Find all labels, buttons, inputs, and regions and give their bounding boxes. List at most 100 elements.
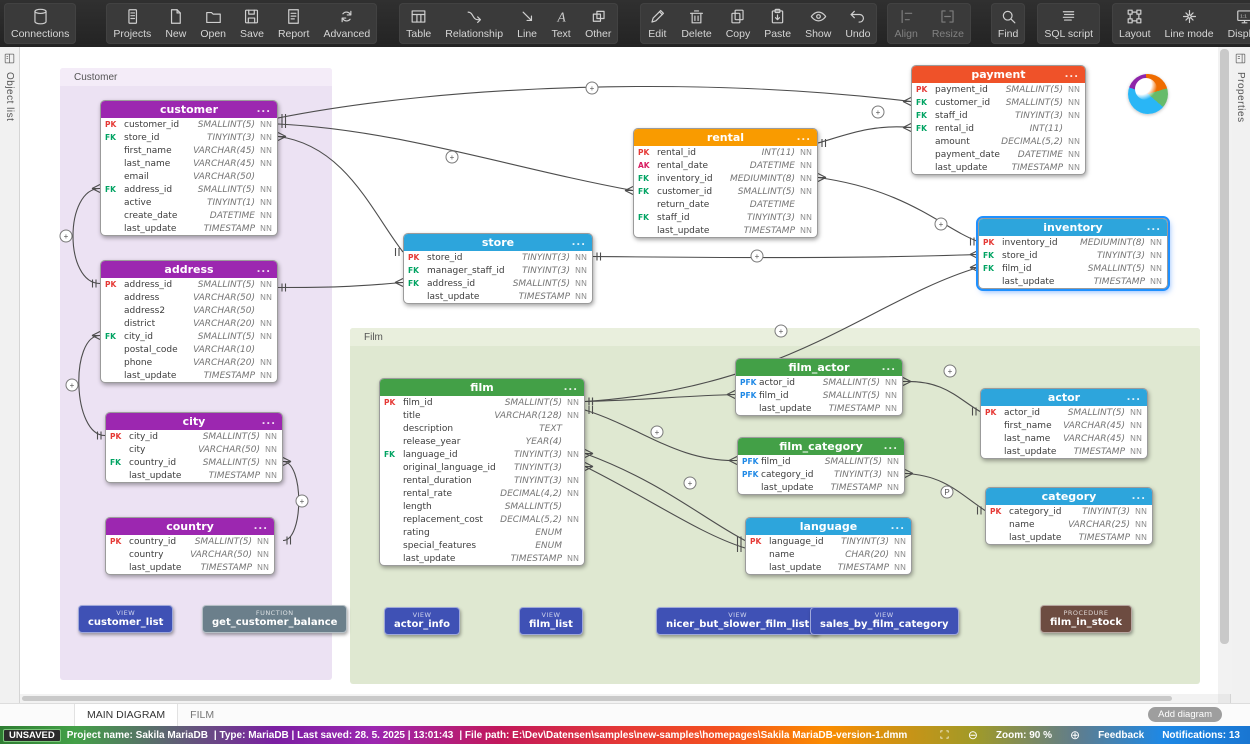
table-field-postal_code[interactable]: postal_codeVARCHAR(10) <box>101 343 277 356</box>
notifications-link[interactable]: Notifications: 13 <box>1162 730 1240 741</box>
table-language[interactable]: language...PKlanguage_idTINYINT(3)NNname… <box>745 517 912 575</box>
toolbar-button-open[interactable]: Open <box>193 3 233 44</box>
toolbar-button-find[interactable]: Find <box>991 3 1025 44</box>
view-actor_info[interactable]: VIEWactor_info <box>384 607 460 635</box>
vertical-scrollbar[interactable] <box>1218 47 1232 694</box>
table-field-last_name[interactable]: last_nameVARCHAR(45)NN <box>101 157 277 170</box>
table-field-country[interactable]: countryVARCHAR(50)NN <box>106 548 274 561</box>
table-menu-icon[interactable]: ... <box>1132 488 1146 505</box>
zoom-out-icon[interactable]: ⊖ <box>968 729 978 741</box>
table-rental[interactable]: rental...PKrental_idINT(11)NNAKrental_da… <box>633 128 818 238</box>
table-field-address_id[interactable]: PKaddress_idSMALLINT(5)NN <box>101 278 277 291</box>
table-menu-icon[interactable]: ... <box>1147 219 1161 236</box>
tab-film[interactable]: FILM <box>178 704 226 726</box>
table-menu-icon[interactable]: ... <box>254 518 268 535</box>
table-field-last_update[interactable]: last_updateTIMESTAMPNN <box>736 402 902 415</box>
table-field-address[interactable]: addressVARCHAR(50)NN <box>101 291 277 304</box>
table-menu-icon[interactable]: ... <box>572 234 586 251</box>
table-field-address2[interactable]: address2VARCHAR(50) <box>101 304 277 317</box>
table-field-original_language_id[interactable]: original_language_idTINYINT(3) <box>380 461 584 474</box>
view-film_list[interactable]: VIEWfilm_list <box>519 607 583 635</box>
table-header-film_actor[interactable]: film_actor... <box>736 359 902 376</box>
table-city[interactable]: city...PKcity_idSMALLINT(5)NNcityVARCHAR… <box>105 412 283 483</box>
toolbar-button-delete[interactable]: Delete <box>674 3 718 44</box>
table-field-return_date[interactable]: return_dateDATETIME <box>634 198 817 211</box>
table-field-payment_id[interactable]: PKpayment_idSMALLINT(5)NN <box>912 83 1085 96</box>
diagram-canvas[interactable]: Customer Film ++++++++++++P customer...P… <box>20 47 1218 694</box>
table-field-rental_id[interactable]: PKrental_idINT(11)NN <box>634 146 817 159</box>
feedback-link[interactable]: Feedback <box>1098 730 1144 741</box>
table-field-customer_id[interactable]: FKcustomer_idSMALLINT(5)NN <box>634 185 817 198</box>
table-field-city[interactable]: cityVARCHAR(50)NN <box>106 443 282 456</box>
table-menu-icon[interactable]: ... <box>1065 66 1079 83</box>
table-menu-icon[interactable]: ... <box>257 261 271 278</box>
toolbar-button-table[interactable]: Table <box>399 3 438 44</box>
table-field-length[interactable]: lengthSMALLINT(5) <box>380 500 584 513</box>
toolbar-button-copy[interactable]: Copy <box>719 3 758 44</box>
table-field-payment_date[interactable]: payment_dateDATETIMENN <box>912 148 1085 161</box>
toolbar-button-save[interactable]: Save <box>233 3 271 44</box>
table-field-rental_id[interactable]: FKrental_idINT(11) <box>912 122 1085 135</box>
table-header-language[interactable]: language... <box>746 518 911 535</box>
table-field-language_id[interactable]: PKlanguage_idTINYINT(3)NN <box>746 535 911 548</box>
toolbar-button-show[interactable]: Show <box>798 3 838 44</box>
toolbar-button-layout[interactable]: Layout <box>1112 3 1158 44</box>
object-list-strip[interactable]: Object list <box>0 47 20 726</box>
table-address[interactable]: address...PKaddress_idSMALLINT(5)NNaddre… <box>100 260 278 383</box>
table-field-replacement_cost[interactable]: replacement_costDECIMAL(5,2)NN <box>380 513 584 526</box>
table-field-staff_id[interactable]: FKstaff_idTINYINT(3)NN <box>634 211 817 224</box>
table-field-country_id[interactable]: PKcountry_idSMALLINT(5)NN <box>106 535 274 548</box>
table-field-film_id[interactable]: PFKfilm_idSMALLINT(5)NN <box>738 455 904 468</box>
table-field-address_id[interactable]: FKaddress_idSMALLINT(5)NN <box>101 183 277 196</box>
table-film[interactable]: film...PKfilm_idSMALLINT(5)NNtitleVARCHA… <box>379 378 585 566</box>
table-menu-icon[interactable]: ... <box>884 438 898 455</box>
fullscreen-icon[interactable] <box>939 729 950 742</box>
table-field-last_update[interactable]: last_updateTIMESTAMPNN <box>404 290 592 303</box>
table-field-last_update[interactable]: last_updateTIMESTAMPNN <box>101 222 277 235</box>
table-field-last_update[interactable]: last_updateTIMESTAMPNN <box>738 481 904 494</box>
table-menu-icon[interactable]: ... <box>891 518 905 535</box>
table-field-last_name[interactable]: last_nameVARCHAR(45)NN <box>981 432 1147 445</box>
table-field-store_id[interactable]: FKstore_idTINYINT(3)NN <box>101 131 277 144</box>
view-sales_by_film_category[interactable]: VIEWsales_by_film_category <box>810 607 959 635</box>
table-field-store_id[interactable]: PKstore_idTINYINT(3)NN <box>404 251 592 264</box>
function-get_customer_balance[interactable]: FUNCTIONget_customer_balance <box>202 605 347 633</box>
table-menu-icon[interactable]: ... <box>1127 389 1141 406</box>
view-customer_list[interactable]: VIEWcustomer_list <box>78 605 173 633</box>
table-field-first_name[interactable]: first_nameVARCHAR(45)NN <box>101 144 277 157</box>
table-field-film_id[interactable]: FKfilm_idSMALLINT(5)NN <box>979 262 1167 275</box>
table-field-last_update[interactable]: last_updateTIMESTAMPNN <box>106 469 282 482</box>
table-field-last_update[interactable]: last_updateTIMESTAMPNN <box>979 275 1167 288</box>
toolbar-button-undo[interactable]: Undo <box>838 3 877 44</box>
vertical-scrollbar-thumb[interactable] <box>1220 49 1229 644</box>
toolbar-button-connections[interactable]: Connections <box>4 3 76 44</box>
table-field-customer_id[interactable]: PKcustomer_idSMALLINT(5)NN <box>101 118 277 131</box>
table-field-language_id[interactable]: FKlanguage_idTINYINT(3)NN <box>380 448 584 461</box>
table-field-rental_rate[interactable]: rental_rateDECIMAL(4,2)NN <box>380 487 584 500</box>
table-field-customer_id[interactable]: FKcustomer_idSMALLINT(5)NN <box>912 96 1085 109</box>
table-header-store[interactable]: store... <box>404 234 592 251</box>
table-field-last_update[interactable]: last_updateTIMESTAMPNN <box>101 369 277 382</box>
table-field-film_id[interactable]: PFKfilm_idSMALLINT(5)NN <box>736 389 902 402</box>
table-menu-icon[interactable]: ... <box>257 101 271 118</box>
table-field-last_update[interactable]: last_updateTIMESTAMPNN <box>912 161 1085 174</box>
table-field-last_update[interactable]: last_updateTIMESTAMPNN <box>986 531 1152 544</box>
table-menu-icon[interactable]: ... <box>882 359 896 376</box>
table-header-film_category[interactable]: film_category... <box>738 438 904 455</box>
properties-strip[interactable]: Properties <box>1230 47 1250 726</box>
table-field-city_id[interactable]: FKcity_idSMALLINT(5)NN <box>101 330 277 343</box>
toolbar-button-paste[interactable]: Paste <box>757 3 798 44</box>
add-diagram-button[interactable]: Add diagram <box>1148 707 1222 722</box>
table-field-country_id[interactable]: FKcountry_idSMALLINT(5)NN <box>106 456 282 469</box>
table-field-store_id[interactable]: FKstore_idTINYINT(3)NN <box>979 249 1167 262</box>
zoom-in-icon[interactable]: ⊕ <box>1070 729 1080 741</box>
table-store[interactable]: store...PKstore_idTINYINT(3)NNFKmanager_… <box>403 233 593 304</box>
table-field-title[interactable]: titleVARCHAR(128)NN <box>380 409 584 422</box>
toolbar-button-sql-script[interactable]: SQL script <box>1037 3 1100 44</box>
table-film_actor[interactable]: film_actor...PFKactor_idSMALLINT(5)NNPFK… <box>735 358 903 416</box>
table-country[interactable]: country...PKcountry_idSMALLINT(5)NNcount… <box>105 517 275 575</box>
toolbar-button-advanced[interactable]: Advanced <box>316 3 377 44</box>
table-menu-icon[interactable]: ... <box>564 379 578 396</box>
table-field-last_update[interactable]: last_updateTIMESTAMPNN <box>106 561 274 574</box>
table-field-first_name[interactable]: first_nameVARCHAR(45)NN <box>981 419 1147 432</box>
